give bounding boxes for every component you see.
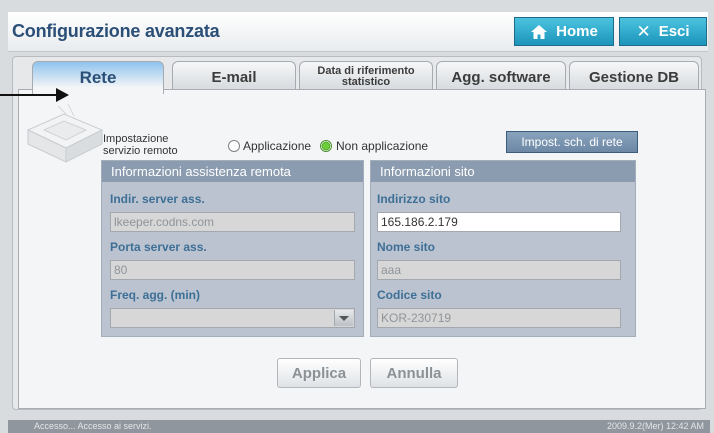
status-bar: Accesso... Accesso ai servizi. 2009.9.2(… xyxy=(8,420,710,433)
tab-email[interactable]: E-mail xyxy=(172,61,296,92)
apply-button[interactable]: Applica xyxy=(277,358,361,388)
callout-arrow-head xyxy=(56,88,69,102)
tab-db-management-label: Gestione DB xyxy=(588,68,679,86)
update-frequency-select[interactable] xyxy=(110,308,355,328)
home-icon xyxy=(531,24,548,39)
site-info-header: Informazioni sito xyxy=(371,161,635,182)
home-button-label: Home xyxy=(556,23,598,40)
server-port-label: Porta server ass. xyxy=(110,240,207,254)
app-window: Configurazione avanzata Home ✕ Esci E-ma… xyxy=(0,0,714,433)
site-code-field[interactable]: KOR-230719 xyxy=(377,308,621,328)
remote-service-label: Impostazione servizio remoto xyxy=(103,133,178,157)
close-icon: ✕ xyxy=(636,21,651,41)
tab-network-label: Rete xyxy=(79,68,117,87)
site-name-field[interactable]: aaa xyxy=(377,260,621,280)
tab-network[interactable]: Rete xyxy=(32,61,164,94)
radio-not-apply[interactable] xyxy=(320,140,332,152)
site-address-label: Indirizzo sito xyxy=(377,192,451,206)
tab-statistics-reference-date[interactable]: Data di riferimento statistico xyxy=(299,61,433,92)
tab-software-update[interactable]: Agg. software xyxy=(436,61,566,92)
server-port-field[interactable]: 80 xyxy=(110,260,355,280)
page-title: Configurazione avanzata xyxy=(12,21,220,41)
radio-apply[interactable] xyxy=(228,140,240,152)
chevron-down-icon[interactable] xyxy=(334,310,353,326)
network-schedule-button[interactable]: Impost. sch. di rete xyxy=(506,131,638,153)
exit-button[interactable]: ✕ Esci xyxy=(619,17,707,46)
site-address-field[interactable]: 165.186.2.179 xyxy=(377,212,621,232)
site-code-label: Codice sito xyxy=(377,288,442,302)
status-datetime: 2009.9.2(Mer) 12:42 AM xyxy=(606,421,704,431)
tab-statistics-reference-date-label: Data di riferimento statistico xyxy=(317,65,415,88)
status-message: Accesso... Accesso ai servizi. xyxy=(34,421,152,431)
home-button[interactable]: Home xyxy=(514,17,614,46)
site-name-label: Nome sito xyxy=(377,240,436,254)
exit-button-label: Esci xyxy=(658,23,690,40)
radio-apply-label: Applicazione xyxy=(243,139,312,153)
tab-email-label: E-mail xyxy=(211,68,257,86)
remote-assistance-header: Informazioni assistenza remota xyxy=(102,161,363,182)
radio-not-apply-label: Non applicazione xyxy=(336,139,429,153)
tab-db-management[interactable]: Gestione DB xyxy=(569,61,699,92)
update-frequency-label: Freq. agg. (min) xyxy=(110,288,200,302)
server-address-label: Indir. server ass. xyxy=(110,192,205,206)
title-bar: Configurazione avanzata Home ✕ Esci xyxy=(8,12,708,52)
tab-software-update-label: Agg. software xyxy=(451,68,551,86)
ceiling-cassette-unit-illustration xyxy=(26,103,104,163)
callout-arrow-line xyxy=(0,94,58,96)
server-address-field[interactable]: lkeeper.codns.com xyxy=(110,212,355,232)
cancel-button[interactable]: Annulla xyxy=(370,358,458,388)
